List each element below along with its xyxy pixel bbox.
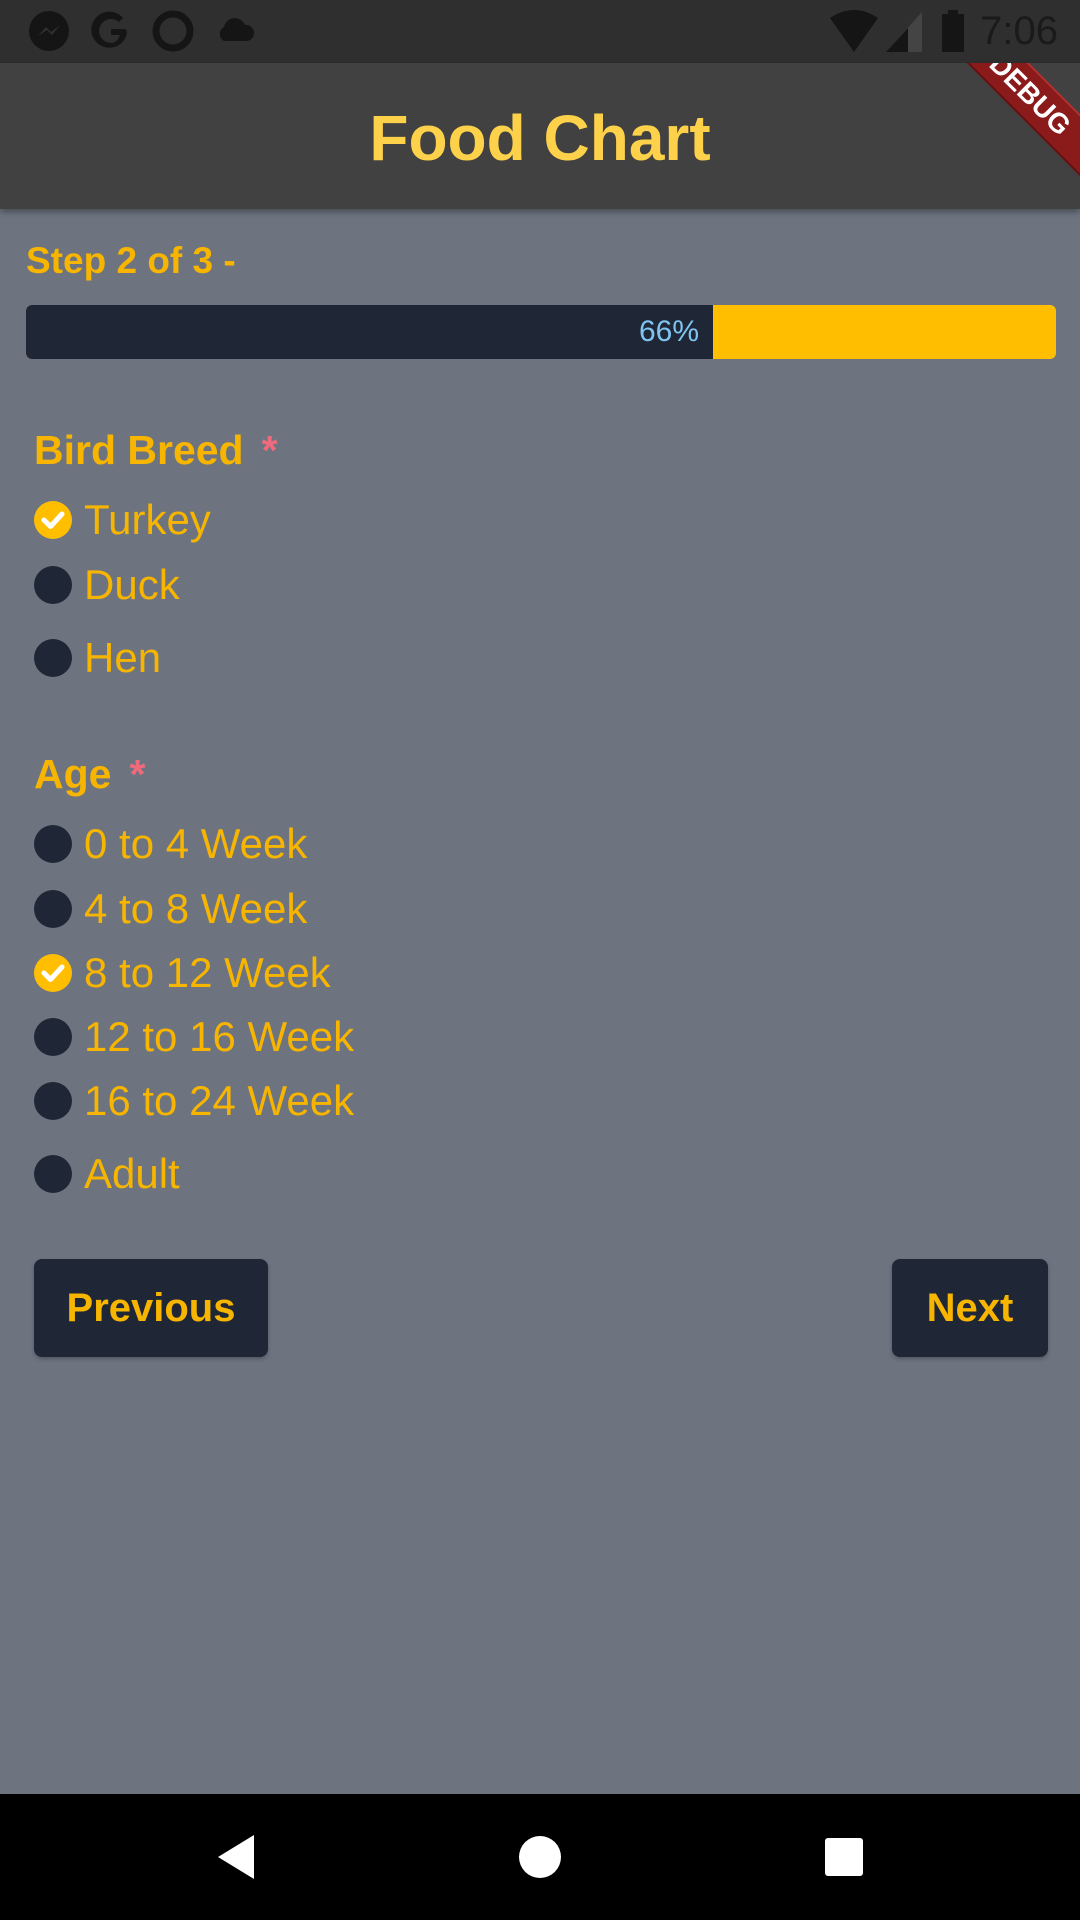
option-label: Hen [84, 634, 162, 681]
circle-app-icon [152, 10, 194, 52]
check-icon [41, 511, 65, 529]
option-label: 4 to 8 Week [84, 885, 308, 932]
option-label: 0 to 4 Week [84, 820, 308, 867]
age-option-4-8[interactable]: 4 to 8 Week [34, 885, 307, 933]
signal-icon [886, 12, 922, 52]
progress-fill: 66% [26, 305, 713, 359]
google-icon [91, 11, 127, 48]
home-icon[interactable] [518, 1832, 562, 1882]
radio-age-16-24[interactable] [34, 1082, 72, 1120]
option-label: 8 to 12 Week [84, 949, 331, 996]
radio-age-12-16[interactable] [34, 1018, 72, 1056]
battery-icon [942, 10, 964, 52]
option-label: 16 to 24 Week [84, 1077, 355, 1124]
option-label: Duck [84, 561, 180, 608]
check-icon [41, 964, 65, 982]
radio-age-8-12[interactable] [34, 954, 72, 992]
age-option-12-16[interactable]: 12 to 16 Week [34, 1013, 354, 1061]
step-label: Step 2 of 3 - [26, 240, 236, 281]
radio-duck[interactable] [34, 566, 72, 604]
age-option-adult[interactable]: Adult [34, 1150, 180, 1198]
status-bar: 7:06 [0, 0, 1080, 63]
system-nav-bar [0, 1794, 1080, 1920]
radio-turkey[interactable] [34, 501, 72, 539]
age-label: Age [34, 751, 112, 797]
messenger-icon [29, 11, 69, 51]
progress-bar: 66% [26, 305, 1056, 359]
recents-icon[interactable] [824, 1832, 864, 1882]
radio-age-adult[interactable] [34, 1155, 72, 1193]
required-mark: * [261, 427, 278, 473]
back-icon[interactable] [214, 1832, 258, 1882]
radio-age-4-8[interactable] [34, 890, 72, 928]
age-title: Age * [34, 751, 145, 798]
page-title: Food Chart [369, 102, 711, 174]
cloud-icon [219, 18, 255, 41]
next-button[interactable]: Next [892, 1259, 1048, 1357]
app-bar: Food Chart [0, 63, 1080, 209]
radio-age-0-4[interactable] [34, 825, 72, 863]
option-label: Turkey [84, 496, 211, 543]
age-option-16-24[interactable]: 16 to 24 Week [34, 1077, 354, 1125]
age-option-0-4[interactable]: 0 to 4 Week [34, 820, 307, 868]
previous-button[interactable]: Previous [34, 1259, 268, 1357]
bird-breed-label: Bird Breed [34, 427, 244, 473]
wifi-icon [830, 10, 878, 52]
progress-percent: 66% [638, 315, 699, 348]
bird-breed-title: Bird Breed * [34, 427, 278, 474]
radio-hen[interactable] [34, 639, 72, 677]
breed-option-hen[interactable]: Hen [34, 634, 161, 682]
option-label: 12 to 16 Week [84, 1013, 355, 1060]
breed-option-turkey[interactable]: Turkey [34, 496, 211, 544]
status-time: 7:06 [980, 9, 1058, 53]
option-label: Adult [84, 1150, 180, 1197]
breed-option-duck[interactable]: Duck [34, 561, 180, 609]
age-option-8-12[interactable]: 8 to 12 Week [34, 949, 331, 997]
required-mark: * [129, 751, 146, 797]
